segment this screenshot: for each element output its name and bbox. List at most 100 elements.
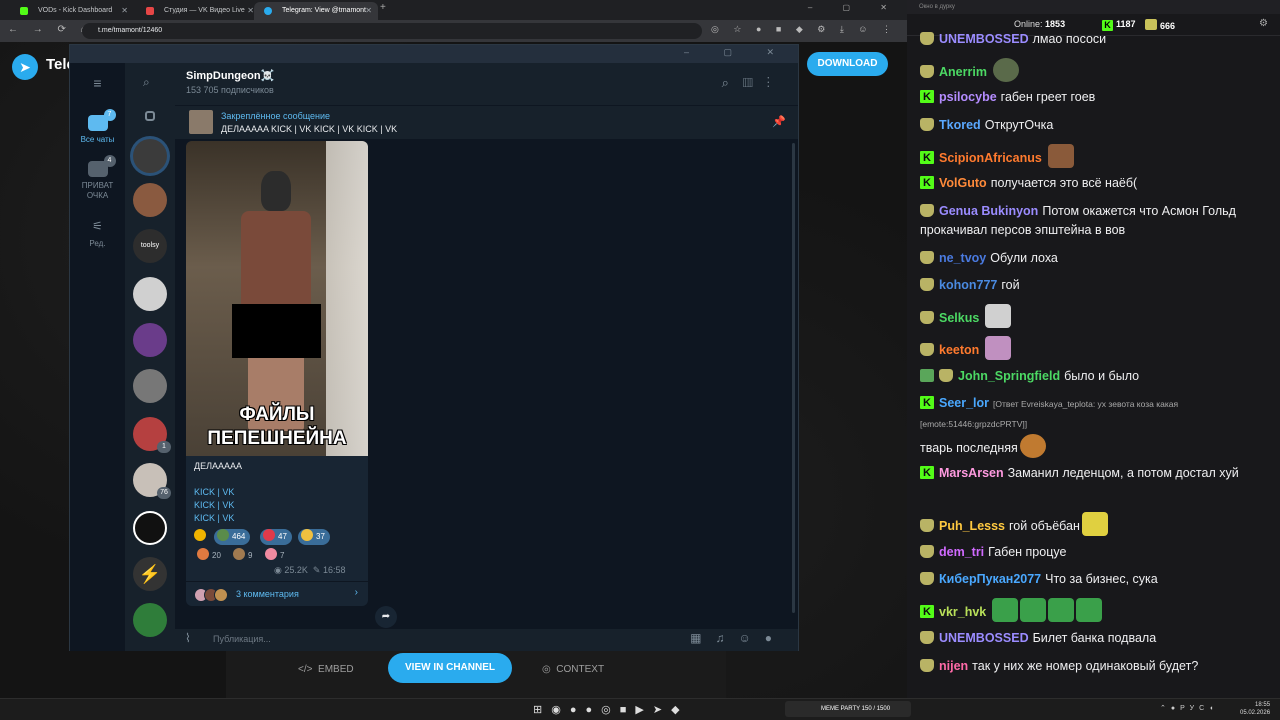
online-value: 1853 [1045,19,1066,29]
meme-party-widget[interactable]: MEME PARTY 150 / 1500 [785,701,911,717]
folder-private[interactable]: 4 ПРИВАТ ОЧКА [70,155,125,201]
chevron-up-icon[interactable]: ⌃ [1160,705,1171,712]
chat-username[interactable]: keeton [939,343,979,357]
reaction[interactable]: 9 [230,548,257,564]
chat-avatar[interactable] [133,139,167,173]
chat-username[interactable]: Seer_lor [939,396,989,410]
chat-username[interactable]: Anerrim [939,65,987,79]
header-actions[interactable]: ⌕▥⋮ [722,75,784,91]
emoji-icon[interactable]: ☺ [738,631,764,645]
chat-username[interactable]: ScipionAfricanus [939,151,1042,165]
window-controls[interactable]: – ▢ ✕ [808,3,901,12]
search-icon[interactable]: ⌕ [143,75,150,90]
close-tab-icon[interactable]: ✕ [247,2,254,20]
chat-avatar[interactable]: 76 [133,463,171,499]
new-tab-button[interactable]: + [380,2,386,13]
chat-username[interactable]: Tkored [939,118,981,132]
archive-icon[interactable] [145,111,155,121]
close-tab-icon[interactable]: ✕ [365,2,372,20]
download-button[interactable]: DOWNLOAD [807,52,888,76]
reaction-star[interactable] [191,529,214,545]
chrome-icon[interactable]: ◉ [551,704,570,716]
embed-button[interactable]: </> EMBED [298,664,354,675]
share-button[interactable]: ➦ [375,606,397,628]
chat-username[interactable]: Genua Bukinyon [939,204,1038,218]
pin-list-icon[interactable]: 📌 [772,115,786,128]
chat-avatar[interactable] [133,369,167,403]
reaction[interactable]: 37 [298,529,330,545]
windows-start-icon[interactable]: ⊞ [533,704,551,716]
url-field[interactable]: t.me/tmamont/12460 [82,23,702,39]
window-controls[interactable]: – ▢ ✕ [684,47,790,58]
settings-icon[interactable]: ⚙ [1259,18,1268,29]
sidebar-toggle-icon[interactable]: ▥ [743,75,767,90]
clock[interactable]: 18:55 05.02.2026 [1240,701,1270,717]
spotify-icon[interactable]: ● [585,704,601,716]
browser-tab-telegram[interactable]: Telegram: View @tmamont ✕ [254,2,378,20]
chat-avatar[interactable] [133,183,167,217]
close-tab-icon[interactable]: ✕ [121,2,128,20]
chat-username[interactable]: UNEMBOSSED [939,631,1029,645]
search-icon[interactable]: ⌕ [722,75,743,90]
chat-avatar[interactable]: toolsy [133,229,167,263]
scrollbar[interactable] [792,143,795,613]
chat-username[interactable]: vkr_hvk [939,605,986,619]
extensions-icons[interactable]: ◎ ☆ ● ■ ◆ ⚙ ⤓ ☺ ⋮ [711,24,897,35]
reaction[interactable]: 47 [260,529,292,545]
chat-username[interactable]: UNEMBOSSED [939,32,1029,46]
chat-avatar[interactable]: ⚡ [133,557,167,591]
browser-tab-kick[interactable]: VODs - Kick Dashboard ✕ [10,2,134,20]
language-indicator[interactable]: РУС [1180,705,1209,712]
chat-avatar[interactable]: 1 [133,417,171,453]
chat-avatar[interactable] [133,277,167,311]
nav-buttons[interactable]: ← → ⟳ ⌂ [8,24,93,35]
microphone-icon[interactable]: ● [765,631,786,645]
reaction[interactable]: 7 [262,548,289,564]
app-icon[interactable]: ▶ [635,704,652,716]
post-link[interactable]: KICK | VK [194,513,234,523]
telegram-icon[interactable]: ➤ [653,704,671,716]
post-link[interactable]: KICK | VK [194,500,234,510]
schedule-icon[interactable]: ▦ [690,631,715,645]
steam-icon[interactable]: ● [570,704,586,716]
taskbar-apps[interactable]: ⊞◉●●◎■▶➤◆ [533,703,689,716]
comments-button[interactable]: 3 комментария › [186,581,368,606]
chat-username[interactable]: dem_tri [939,545,984,559]
obs-icon[interactable]: ◎ [601,704,620,716]
reply-reference: [emote:51446:grpzdcPRTV]] [920,419,1028,429]
browser-tab-vk[interactable]: Студия — VK Видео Live ✕ [136,2,260,20]
chat-username[interactable]: Puh_Lesss [939,519,1005,533]
post-image[interactable]: ФАЙЛЫ ПЕПЕШНЕЙНА [186,141,368,456]
more-icon[interactable]: ⋮ [767,75,784,90]
chat-avatar[interactable] [133,603,167,637]
bell-icon[interactable]: ♫ [715,631,738,645]
reaction[interactable]: 20 [194,548,226,564]
chat-avatar[interactable] [133,323,167,357]
context-button[interactable]: ◎ CONTEXT [542,664,604,675]
chat-username[interactable]: Selkus [939,311,979,325]
folder-edit[interactable]: ⚟ Ред. [70,219,125,248]
chat-username[interactable]: John_Springfield [958,369,1060,383]
app-icon[interactable]: ■ [620,704,636,716]
chat-avatar[interactable] [133,511,167,545]
message-input[interactable]: Публикация... [213,634,271,644]
system-tray[interactable]: ⌃●РУС◖ [1160,704,1218,712]
post-link[interactable]: KICK | VK [194,487,234,497]
pinned-message-bar[interactable]: Закреплённое сообщение ДЕЛАААAA KICK | V… [175,105,798,139]
menu-button[interactable]: ≡ [70,75,125,91]
chat-username[interactable]: VolGuto [939,176,987,190]
chat-username[interactable]: kohon777 [939,278,997,292]
chat-username[interactable]: nijen [939,659,968,673]
app-icon[interactable]: ◆ [671,704,688,716]
chat-header[interactable]: SimpDungeon☠️ 153 705 подписчиков ⌕▥⋮ [175,63,798,105]
chat-username[interactable]: ne_tvoy [939,251,986,265]
folder-all-chats[interactable]: 7 Все чаты [70,109,125,144]
chat-username[interactable]: MarsArsen [939,466,1004,480]
reaction[interactable]: 464 [214,529,251,545]
chat-username[interactable]: psilocybe [939,90,997,104]
volume-icon[interactable]: ◖ [1209,705,1218,712]
composer-actions[interactable]: ▦♫☺● [690,631,786,645]
paperclip-icon[interactable]: ⌇ [185,631,191,645]
chat-username[interactable]: КиберПукан2077 [939,572,1041,586]
view-in-channel-button[interactable]: VIEW IN CHANNEL [388,653,512,683]
